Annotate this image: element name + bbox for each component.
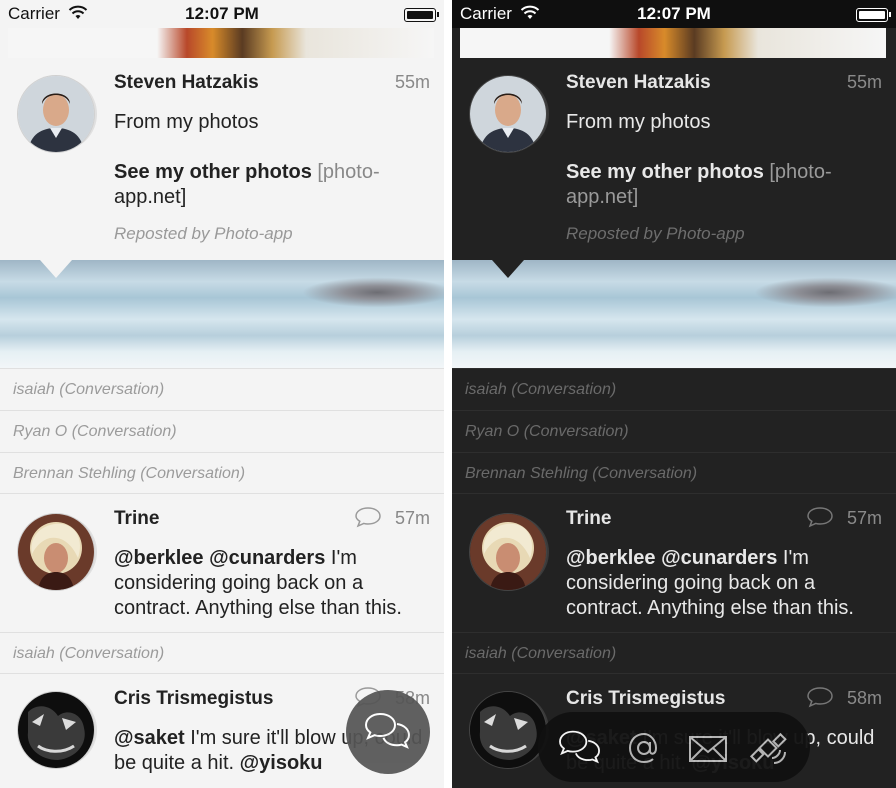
avatar-portrait-image [470,514,546,590]
status-bar: Carrier 12:07 PM [452,0,896,28]
post-text-line: considering going back on a [114,572,364,594]
conversation-row[interactable]: Ryan O (Conversation) [452,410,896,452]
link-url-continued[interactable]: app.net] [566,185,884,210]
avatar[interactable] [18,514,94,590]
speech-bubble-icon[interactable] [806,506,834,528]
post-text: I'm [777,547,809,569]
avatar-portrait-image [18,514,94,590]
conversations-fab-button[interactable] [346,690,430,774]
avatar[interactable] [470,514,546,590]
tab-messages[interactable] [686,728,730,768]
conversation-row[interactable]: isaiah (Conversation) [0,368,444,410]
post-author[interactable]: Trine [566,508,611,530]
photo-notch [492,260,524,278]
at-mention-icon [628,732,658,764]
tab-mentions[interactable] [622,728,666,768]
post-author[interactable]: Steven Hatzakis [114,72,259,94]
conversation-row[interactable]: Ryan O (Conversation) [0,410,444,452]
post-time: 58m [846,688,882,708]
screen-gap [444,0,452,788]
light-theme-screen: Carrier 12:07 PM Steven Hatzakis 55m Fro… [0,0,444,788]
avatar[interactable] [470,76,546,152]
post-text-line: @berklee @cunarders I'm [114,546,432,571]
battery-icon [856,8,891,22]
speech-bubble-icon[interactable] [354,506,382,528]
link-label[interactable]: See my other photos [566,161,764,183]
conversation-row[interactable]: Brennan Stehling (Conversation) [0,452,444,494]
link-url[interactable]: [photo- [312,161,379,183]
post-item[interactable]: Steven Hatzakis 55m From my photos See m… [452,58,896,260]
avatar-wolf-image [470,692,546,768]
post-text: be quite a hit. [114,752,240,774]
post-author[interactable]: Cris Trismegistus [566,688,725,710]
envelope-icon [689,736,727,762]
post-time: 55m [846,72,882,92]
post-author[interactable]: Cris Trismegistus [114,688,273,710]
dark-theme-screen: Carrier 12:07 PM Steven Hatzakis 55m Fro… [452,0,896,788]
post-text-line: From my photos [566,111,711,133]
avatar-portrait-image [470,76,546,152]
mention[interactable]: @saket [114,727,185,749]
conversation-row[interactable]: isaiah (Conversation) [452,632,896,674]
mention[interactable]: @cunarders [661,547,777,569]
avatar[interactable] [18,692,94,768]
post-link-text[interactable]: See my other photos [photo- [566,160,884,185]
post-author[interactable]: Trine [114,508,159,530]
post-item[interactable]: Trine 57m @berklee @cunarders I'm consid… [452,494,896,632]
conversation-row[interactable]: Brennan Stehling (Conversation) [452,452,896,494]
battery-icon [404,8,439,22]
link-label[interactable]: See my other photos [114,161,312,183]
conversations-icon [559,730,601,764]
post-time: 57m [846,508,882,528]
mention[interactable]: @cunarders [209,547,325,569]
avatar-wolf-image [18,692,94,768]
satellite-icon [749,732,787,764]
post-time: 57m [394,508,430,528]
avatar[interactable] [18,76,94,152]
tab-conversations[interactable] [558,728,602,768]
speech-bubble-icon[interactable] [806,686,834,708]
tab-bar [538,712,810,782]
post-item[interactable]: Trine 57m @berklee @cunarders I'm consid… [0,494,444,632]
mention[interactable]: @berklee [114,547,204,569]
conversations-icon [364,712,411,749]
mention[interactable]: @yisoku [240,752,323,774]
previous-post-image[interactable] [460,28,886,58]
photo-notch [40,260,72,278]
post-item[interactable]: Steven Hatzakis 55m From my photos See m… [0,58,444,260]
tab-explore[interactable] [746,728,790,768]
post-text-line: contract. Anything else than this. [566,597,854,619]
post-text-line: From my photos [114,111,259,133]
avatar[interactable] [470,692,546,768]
post-text: I'm [325,547,357,569]
conversation-row[interactable]: isaiah (Conversation) [0,632,444,674]
post-text-line: contract. Anything else than this. [114,597,402,619]
status-time: 12:07 PM [637,4,711,23]
avatar-portrait-image [18,76,94,152]
post-text-line: considering going back on a [566,572,816,594]
mention[interactable]: @berklee [566,547,656,569]
repost-label: Reposted by Photo-app [566,224,745,243]
post-time: 55m [394,72,430,92]
conversation-row[interactable]: isaiah (Conversation) [452,368,896,410]
status-time: 12:07 PM [185,4,259,23]
link-url[interactable]: [photo- [764,161,831,183]
post-text-line: @berklee @cunarders I'm [566,546,884,571]
post-link-text[interactable]: See my other photos [photo- [114,160,432,185]
status-bar: Carrier 12:07 PM [0,0,444,28]
post-author[interactable]: Steven Hatzakis [566,72,711,94]
link-url-continued[interactable]: app.net] [114,185,432,210]
repost-label: Reposted by Photo-app [114,224,293,243]
previous-post-image[interactable] [8,28,434,58]
